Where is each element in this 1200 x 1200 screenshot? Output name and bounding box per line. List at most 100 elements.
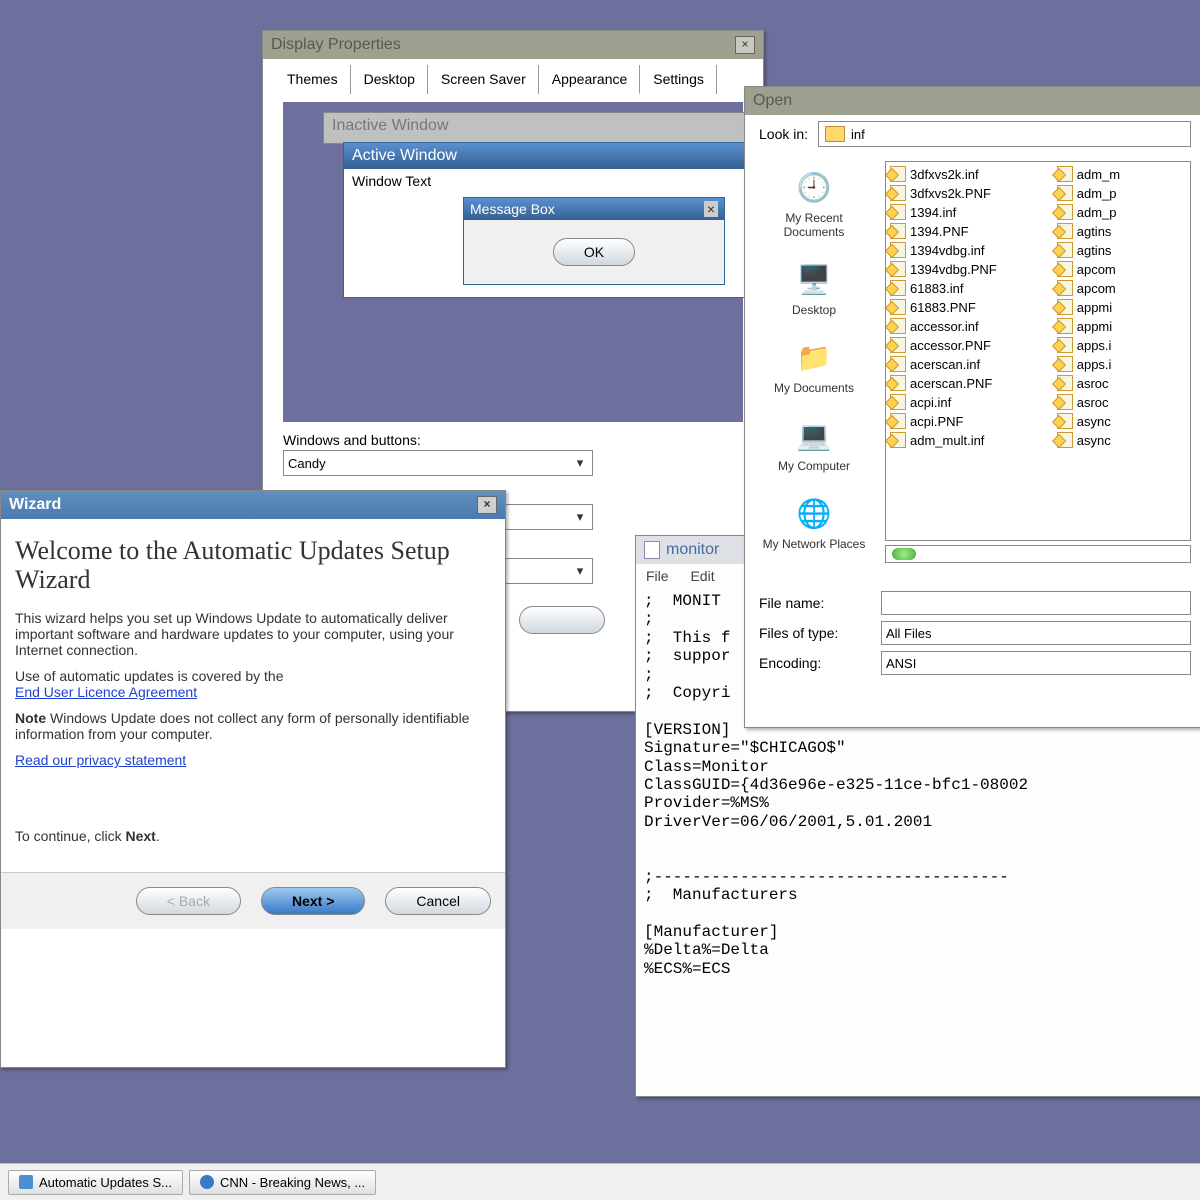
place-recent[interactable]: 🕘My Recent Documents — [759, 167, 869, 239]
file-item[interactable]: appmi — [1057, 299, 1120, 315]
file-item[interactable]: appmi — [1057, 318, 1120, 334]
lookin-combobox[interactable]: inf — [818, 121, 1191, 147]
place-documents[interactable]: 📁My Documents — [759, 337, 869, 395]
lookin-label: Look in: — [759, 126, 808, 142]
file-icon — [890, 223, 906, 239]
chevron-down-icon: ▾ — [572, 455, 588, 471]
file-icon — [890, 242, 906, 258]
file-item[interactable]: acpi.inf — [890, 394, 997, 410]
filetype-combobox[interactable]: All Files — [881, 621, 1191, 645]
horizontal-scrollbar[interactable] — [885, 545, 1191, 563]
file-icon — [1057, 204, 1073, 220]
wizard-titlebar[interactable]: Wizard × — [1, 491, 505, 519]
encoding-label: Encoding: — [759, 655, 869, 671]
file-list[interactable]: 3dfxvs2k.inf 3dfxvs2k.PNF 1394.inf 1394.PNF… — [885, 161, 1191, 541]
display-properties-titlebar[interactable]: Display Properties × — [263, 31, 763, 59]
file-item[interactable]: 1394.PNF — [890, 223, 997, 239]
notepad-icon — [644, 541, 660, 559]
taskbar-item-cnn[interactable]: CNN - Breaking News, ... — [189, 1170, 376, 1195]
style-combobox[interactable]: Candy ▾ — [283, 450, 593, 476]
place-desktop[interactable]: 🖥️Desktop — [759, 259, 869, 317]
file-item[interactable]: adm_m — [1057, 166, 1120, 182]
file-icon — [1057, 242, 1073, 258]
file-item[interactable]: 3dfxvs2k.PNF — [890, 185, 997, 201]
file-item[interactable]: adm_mult.inf — [890, 432, 997, 448]
file-item[interactable]: acpi.PNF — [890, 413, 997, 429]
file-item[interactable]: asroc — [1057, 375, 1120, 391]
file-item[interactable]: apps.i — [1057, 356, 1120, 372]
file-item[interactable]: 1394vdbg.PNF — [890, 261, 997, 277]
tab-appearance[interactable]: Appearance — [540, 65, 641, 94]
menu-file[interactable]: File — [646, 568, 669, 584]
open-dialog-fields: File name: Files of type: All Files Enco… — [745, 579, 1200, 695]
close-icon[interactable]: × — [735, 36, 755, 54]
file-item[interactable]: apcom — [1057, 261, 1120, 277]
preview-ok-button: OK — [553, 238, 635, 266]
file-item[interactable]: async — [1057, 432, 1120, 448]
file-icon — [890, 166, 906, 182]
wizard-titlebar-text: Wizard — [9, 496, 61, 514]
chevron-down-icon: ▾ — [572, 509, 588, 525]
file-icon — [890, 261, 906, 277]
privacy-link[interactable]: Read our privacy statement — [15, 752, 186, 768]
folder-icon — [825, 126, 845, 142]
file-item[interactable]: 1394vdbg.inf — [890, 242, 997, 258]
wizard-window: Wizard × Welcome to the Automatic Update… — [0, 490, 506, 1068]
cancel-button[interactable] — [519, 606, 604, 634]
tab-themes[interactable]: Themes — [275, 65, 351, 94]
file-item[interactable]: agtins — [1057, 223, 1120, 239]
lookin-value: inf — [851, 127, 865, 142]
eula-link[interactable]: End User Licence Agreement — [15, 684, 197, 700]
taskbar-item-updates[interactable]: Automatic Updates S... — [8, 1170, 183, 1195]
file-item[interactable]: async — [1057, 413, 1120, 429]
lookin-row: Look in: inf — [759, 121, 1191, 147]
wizard-paragraph-1: This wizard helps you set up Windows Upd… — [15, 610, 491, 658]
file-item[interactable]: apcom — [1057, 280, 1120, 296]
place-computer[interactable]: 💻My Computer — [759, 415, 869, 473]
wizard-heading: Welcome to the Automatic Updates Setup W… — [15, 537, 491, 594]
tab-screensaver[interactable]: Screen Saver — [429, 65, 539, 94]
file-item[interactable]: acerscan.PNF — [890, 375, 997, 391]
tab-settings[interactable]: Settings — [641, 65, 717, 94]
places-bar: 🕘My Recent Documents 🖥️Desktop 📁My Docum… — [759, 161, 869, 571]
file-icon — [1057, 337, 1073, 353]
file-icon — [1057, 432, 1073, 448]
style-value: Candy — [288, 456, 326, 471]
scrollbar-thumb[interactable] — [892, 548, 916, 560]
file-item[interactable]: accessor.PNF — [890, 337, 997, 353]
cancel-button[interactable]: Cancel — [385, 887, 491, 915]
back-button[interactable]: < Back — [136, 887, 241, 915]
file-item[interactable]: 61883.inf — [890, 280, 997, 296]
notepad-title: monitor — [666, 541, 719, 559]
file-item[interactable]: 3dfxvs2k.inf — [890, 166, 997, 182]
place-network[interactable]: 🌐My Network Places — [759, 493, 869, 551]
file-item[interactable]: acerscan.inf — [890, 356, 997, 372]
tab-desktop[interactable]: Desktop — [352, 65, 428, 94]
file-icon — [890, 394, 906, 410]
file-item[interactable]: agtins — [1057, 242, 1120, 258]
file-icon — [1057, 318, 1073, 334]
app-icon — [19, 1175, 33, 1189]
file-item[interactable]: accessor.inf — [890, 318, 997, 334]
encoding-combobox[interactable]: ANSI — [881, 651, 1191, 675]
wizard-body: Welcome to the Automatic Updates Setup W… — [1, 519, 505, 872]
open-dialog: Open Look in: inf 🕘My Recent Documents 🖥… — [744, 86, 1200, 728]
file-icon — [1057, 223, 1073, 239]
file-item[interactable]: asroc — [1057, 394, 1120, 410]
filename-label: File name: — [759, 595, 869, 611]
filename-input[interactable] — [881, 591, 1191, 615]
menu-edit[interactable]: Edit — [690, 568, 714, 584]
file-item[interactable]: 61883.PNF — [890, 299, 997, 315]
file-icon — [890, 356, 906, 372]
close-icon: × — [704, 201, 718, 217]
next-button[interactable]: Next > — [261, 887, 365, 915]
file-item[interactable]: apps.i — [1057, 337, 1120, 353]
file-item[interactable]: 1394.inf — [890, 204, 997, 220]
filetype-label: Files of type: — [759, 625, 869, 641]
file-item[interactable]: adm_p — [1057, 204, 1120, 220]
open-dialog-titlebar[interactable]: Open — [745, 87, 1200, 115]
preview-msgbox-title: Message Box — [470, 201, 555, 217]
file-icon — [1057, 356, 1073, 372]
close-icon[interactable]: × — [477, 496, 497, 514]
file-item[interactable]: adm_p — [1057, 185, 1120, 201]
